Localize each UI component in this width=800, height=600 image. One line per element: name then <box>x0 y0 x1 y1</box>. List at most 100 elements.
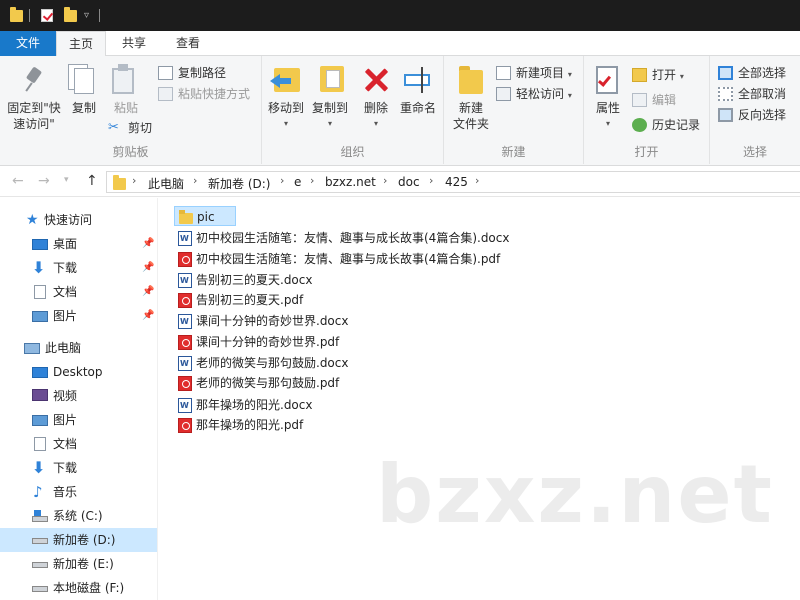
computer-icon <box>24 343 40 354</box>
open-icon <box>632 68 647 82</box>
nav-item-documents[interactable]: 文档 <box>0 432 157 456</box>
breadcrumb-separator-icon[interactable]: › <box>475 174 479 187</box>
copy-path-button[interactable]: 复制路径 <box>158 64 226 82</box>
open-button[interactable]: 打开 ▾ <box>632 66 684 84</box>
up-arrow-icon[interactable]: ↑ <box>86 173 98 189</box>
address-input[interactable]: › 此电脑 › 新加卷 (D:) › e › bzxz.net › doc › … <box>106 171 800 193</box>
drive-icon <box>32 562 48 568</box>
forward-arrow-icon[interactable]: → <box>38 173 50 189</box>
paste-button[interactable]: 粘贴 <box>106 64 146 116</box>
list-item-folder[interactable]: pic <box>174 206 236 226</box>
word-doc-icon <box>178 312 192 332</box>
customize-dropdown-icon[interactable]: ▿ <box>84 10 89 21</box>
toolbar-separator <box>29 9 30 22</box>
nav-item-downloads-pinned[interactable]: ⬇ 下载 📌 <box>0 256 157 280</box>
nav-item-drive-d[interactable]: 新加卷 (D:) <box>0 528 157 552</box>
paste-shortcut-button[interactable]: 粘贴快捷方式 <box>158 85 250 103</box>
select-none-button[interactable]: 全部取消 <box>718 85 786 103</box>
scissors-icon: ✂ <box>108 120 119 135</box>
nav-item-drive-c[interactable]: 系统 (C:) <box>0 504 157 528</box>
pin-icon <box>18 64 50 96</box>
nav-item-music[interactable]: ♪ 音乐 <box>0 480 157 504</box>
properties-icon <box>592 64 624 96</box>
easy-access-button[interactable]: 轻松访问 ▾ <box>496 85 572 103</box>
tab-home[interactable]: 主页 <box>56 31 106 57</box>
breadcrumb-separator-icon[interactable]: › <box>193 174 197 187</box>
tab-file[interactable]: 文件 <box>0 31 56 56</box>
copy-button[interactable]: 复制 <box>64 64 104 116</box>
nav-label: 此电脑 <box>45 341 82 355</box>
move-to-icon <box>270 64 302 96</box>
nav-item-drive-e[interactable]: 新加卷 (E:) <box>0 552 157 576</box>
breadcrumb-drive-d[interactable]: 新加卷 (D:) <box>208 175 270 192</box>
file-name: 那年操场的阳光.docx <box>196 398 313 412</box>
tab-share[interactable]: 共享 <box>108 31 160 57</box>
folder-icon[interactable] <box>10 7 23 22</box>
properties-check-icon[interactable] <box>41 9 53 22</box>
invert-selection-button[interactable]: 反向选择 <box>718 106 786 124</box>
document-icon <box>34 285 46 299</box>
chevron-down-icon: ▾ <box>327 119 332 128</box>
back-arrow-icon[interactable]: ← <box>12 173 24 189</box>
rename-button[interactable]: 重命名 <box>396 64 440 116</box>
list-item-pdf[interactable]: 告别初三的夏天.pdf <box>174 290 303 310</box>
list-item-pdf[interactable]: 老师的微笑与那句鼓励.pdf <box>174 373 339 393</box>
pdf-icon <box>178 252 192 267</box>
new-folder-button[interactable]: 新建 文件夹 <box>448 64 494 132</box>
list-item-pdf[interactable]: 那年操场的阳光.pdf <box>174 415 303 435</box>
recent-locations-chevron-icon[interactable]: ▾ <box>64 175 69 185</box>
properties-button[interactable]: 属性 ▾ <box>588 64 628 132</box>
list-item-docx[interactable]: 告别初三的夏天.docx <box>174 270 312 291</box>
breadcrumb-separator-icon[interactable]: › <box>280 174 284 187</box>
list-item-pdf[interactable]: 课间十分钟的奇妙世界.pdf <box>174 332 339 352</box>
drive-icon <box>32 538 48 544</box>
nav-item-desktop-pinned[interactable]: 桌面 📌 <box>0 232 157 256</box>
cut-button[interactable]: ✂ 剪切 <box>108 119 152 137</box>
chevron-down-icon: ▾ <box>605 119 610 128</box>
history-icon <box>632 118 647 132</box>
chevron-down-icon: ▾ <box>283 119 288 128</box>
file-name: 初中校园生活随笔：友情、趣事与成长故事(4篇合集).pdf <box>196 252 501 266</box>
rename-label: 重命名 <box>399 101 436 115</box>
edit-button[interactable]: 编辑 <box>632 91 676 109</box>
new-item-button[interactable]: 新建项目 ▾ <box>496 64 572 82</box>
copy-to-label: 复制到 <box>311 101 348 115</box>
nav-quick-access[interactable]: ★ 快速访问 <box>0 208 157 232</box>
breadcrumb-425[interactable]: 425 <box>445 175 468 189</box>
history-button[interactable]: 历史记录 <box>632 116 700 134</box>
nav-item-desktop[interactable]: Desktop <box>0 360 157 384</box>
nav-item-pictures[interactable]: 图片 <box>0 408 157 432</box>
pdf-icon <box>178 335 192 350</box>
copy-to-button[interactable]: 复制到 ▾ <box>308 64 352 132</box>
breadcrumb-this-pc[interactable]: 此电脑 <box>148 175 184 192</box>
breadcrumb-separator-icon[interactable]: › <box>310 174 314 187</box>
list-item-pdf[interactable]: 初中校园生活随笔：友情、趣事与成长故事(4篇合集).pdf <box>174 249 500 269</box>
nav-item-pictures-pinned[interactable]: 图片 📌 <box>0 304 157 328</box>
word-doc-icon <box>178 271 192 291</box>
delete-button[interactable]: 删除 ▾ <box>358 64 394 132</box>
tab-view[interactable]: 查看 <box>162 31 214 57</box>
breadcrumb-bzxz[interactable]: bzxz.net <box>325 175 376 189</box>
list-item-docx[interactable]: 初中校园生活随笔：友情、趣事与成长故事(4篇合集).docx <box>174 228 509 249</box>
nav-item-videos[interactable]: 视频 <box>0 384 157 408</box>
nav-this-pc[interactable]: 此电脑 <box>0 336 157 360</box>
breadcrumb-separator-icon[interactable]: › <box>132 174 136 187</box>
breadcrumb-separator-icon[interactable]: › <box>429 174 433 187</box>
breadcrumb-doc[interactable]: doc <box>398 175 420 189</box>
select-all-button[interactable]: 全部选择 <box>718 64 786 82</box>
move-to-button[interactable]: 移动到 ▾ <box>264 64 308 132</box>
nav-label: 新加卷 (E:) <box>53 557 114 571</box>
nav-item-drive-f[interactable]: 本地磁盘 (F:) <box>0 576 157 600</box>
breadcrumb-separator-icon[interactable]: › <box>383 174 387 187</box>
list-item-docx[interactable]: 老师的微笑与那句鼓励.docx <box>174 353 348 374</box>
pin-quick-access-button[interactable]: 固定到"快 速访问" <box>4 64 64 132</box>
new-folder-icon[interactable] <box>64 7 77 22</box>
nav-item-downloads[interactable]: ⬇ 下载 <box>0 456 157 480</box>
nav-item-documents-pinned[interactable]: 文档 📌 <box>0 280 157 304</box>
breadcrumb-e[interactable]: e <box>294 175 301 189</box>
folder-icon <box>179 210 193 224</box>
pin-label: 固定到"快 <box>7 101 61 115</box>
list-item-docx[interactable]: 课间十分钟的奇妙世界.docx <box>174 311 348 332</box>
list-item-docx[interactable]: 那年操场的阳光.docx <box>174 395 313 416</box>
copy-path-label: 复制路径 <box>178 66 227 80</box>
